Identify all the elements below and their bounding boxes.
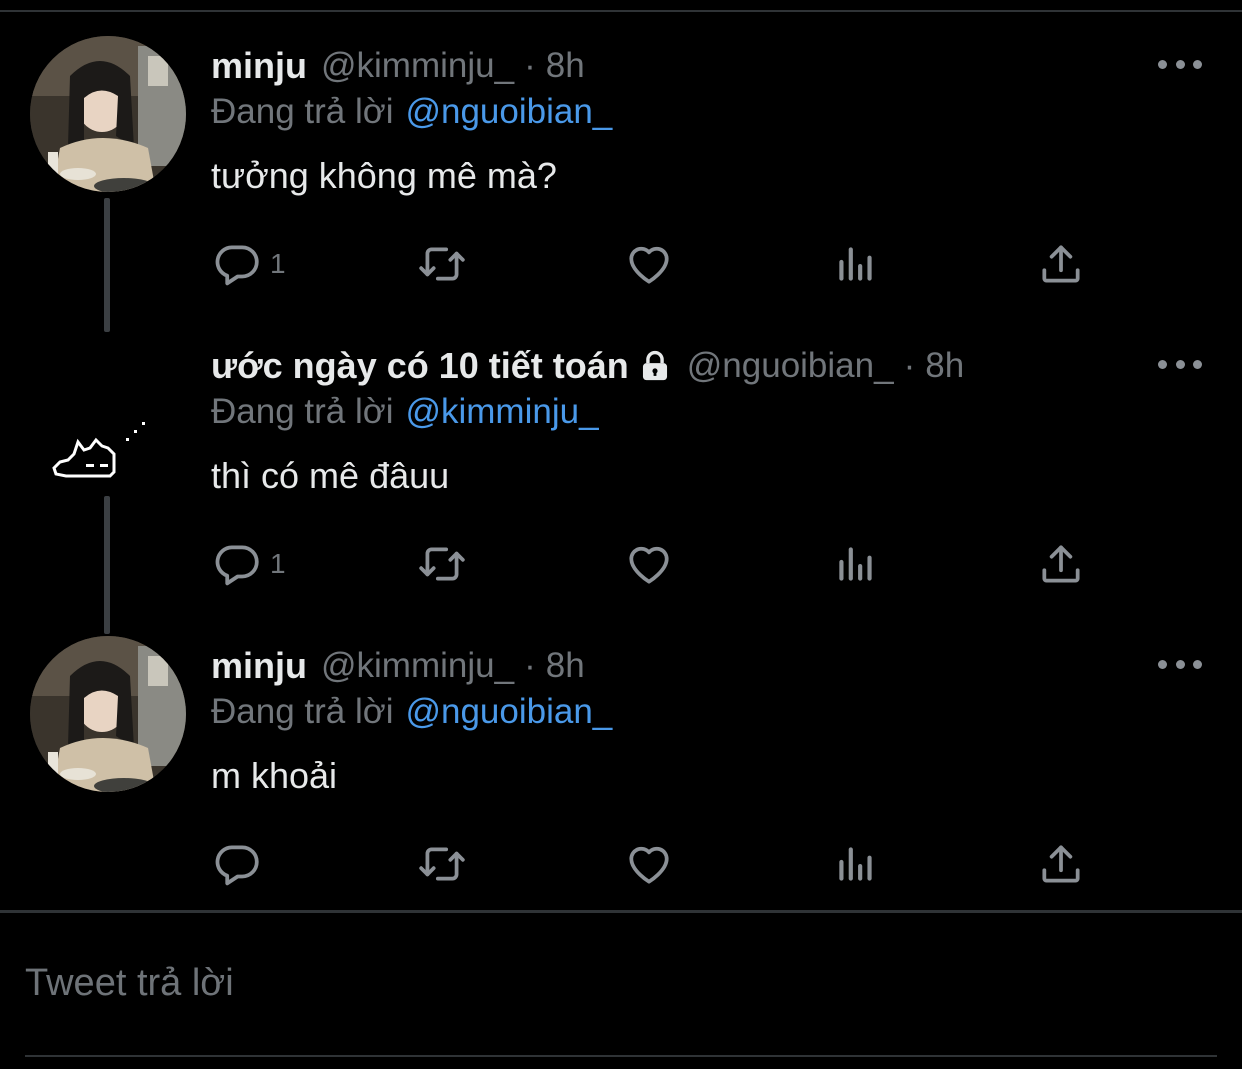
display-name[interactable]: minju xyxy=(211,45,307,87)
analytics-button[interactable] xyxy=(831,836,881,892)
tweet-text: tưởng không mê mà? xyxy=(211,155,557,196)
tweet-header: ước ngày có 10 tiết toán @nguoibian_ · 8… xyxy=(211,342,964,390)
avatar[interactable] xyxy=(30,36,186,192)
like-button[interactable] xyxy=(624,236,674,292)
share-icon xyxy=(1042,845,1080,883)
share-button[interactable] xyxy=(1036,536,1086,592)
reply-button[interactable]: 1 xyxy=(212,536,286,592)
reply-icon xyxy=(215,845,259,886)
retweet-button[interactable] xyxy=(417,836,467,892)
more-icon[interactable] xyxy=(1158,652,1202,676)
mention-link[interactable]: @kimminju_ xyxy=(405,392,598,431)
like-icon xyxy=(629,546,669,584)
tweet-actions: 1 xyxy=(0,536,1242,596)
reply-button[interactable] xyxy=(212,836,270,892)
retweet-icon xyxy=(419,247,465,281)
user-handle[interactable]: @nguoibian_ xyxy=(687,346,894,386)
separator: · xyxy=(524,646,536,685)
reply-icon xyxy=(215,545,259,586)
reply-count: 1 xyxy=(270,548,286,579)
replying-label: Đang trả lời xyxy=(211,392,394,431)
display-name[interactable]: minju xyxy=(211,645,307,687)
retweet-button[interactable] xyxy=(417,236,467,292)
tweet-actions: 1 xyxy=(0,236,1242,296)
timestamp[interactable]: 8h xyxy=(546,646,585,686)
share-icon xyxy=(1042,545,1080,583)
retweet-button[interactable] xyxy=(417,536,467,592)
analytics-button[interactable] xyxy=(831,236,881,292)
replying-to: Đang trả lời @kimminju_ xyxy=(211,392,599,432)
avatar-photo xyxy=(30,36,186,192)
tweet-header: minju @kimminju_ · 8h xyxy=(211,642,585,690)
replying-to: Đang trả lời @nguoibian_ xyxy=(211,92,612,132)
user-handle[interactable]: @kimminju_ xyxy=(321,46,514,86)
replying-label: Đang trả lời xyxy=(211,92,394,131)
tweet-2[interactable]: ước ngày có 10 tiết toán @nguoibian_ · 8… xyxy=(0,300,1242,600)
replying-to: Đang trả lời @nguoibian_ xyxy=(211,692,612,732)
replying-label: Đang trả lời xyxy=(211,692,394,731)
user-handle[interactable]: @kimminju_ xyxy=(321,646,514,686)
display-name[interactable]: ước ngày có 10 tiết toán xyxy=(211,345,629,387)
tweet-1[interactable]: minju @kimminju_ · 8h Đang trả lời @nguoi… xyxy=(0,0,1242,300)
tweet-text: thì có mê đâuu xyxy=(211,455,450,496)
avatar[interactable] xyxy=(30,336,186,492)
timestamp[interactable]: 8h xyxy=(925,346,964,386)
retweet-icon xyxy=(419,547,465,581)
tweet-text: m khoải xyxy=(211,755,338,796)
more-icon[interactable] xyxy=(1158,352,1202,376)
tweet-header: minju @kimminju_ · 8h xyxy=(211,42,585,90)
reply-count: 1 xyxy=(270,248,286,279)
like-button[interactable] xyxy=(624,536,674,592)
like-icon xyxy=(629,846,669,884)
like-button[interactable] xyxy=(624,836,674,892)
analytics-button[interactable] xyxy=(831,536,881,592)
like-icon xyxy=(629,246,669,284)
retweet-icon xyxy=(419,847,465,881)
composer-underline xyxy=(25,1055,1217,1057)
more-icon[interactable] xyxy=(1158,52,1202,76)
lock-icon xyxy=(642,350,667,381)
mention-link[interactable]: @nguoibian_ xyxy=(405,692,612,731)
share-button[interactable] xyxy=(1036,236,1086,292)
composer-divider xyxy=(0,910,1242,913)
share-button[interactable] xyxy=(1036,836,1086,892)
analytics-icon xyxy=(839,247,872,281)
separator: · xyxy=(524,46,536,85)
share-icon xyxy=(1042,245,1080,283)
tweet-3[interactable]: minju @kimminju_ · 8h Đang trả lời @nguoi… xyxy=(0,600,1242,900)
reply-composer-input[interactable]: Tweet trả lời xyxy=(25,962,1215,1012)
avatar[interactable] xyxy=(30,636,186,792)
separator: · xyxy=(903,346,916,385)
reply-button[interactable]: 1 xyxy=(212,236,286,292)
avatar-photo xyxy=(30,636,186,792)
mention-link[interactable]: @nguoibian_ xyxy=(405,92,612,131)
analytics-icon xyxy=(839,547,872,581)
tweet-actions xyxy=(0,836,1242,896)
reply-icon xyxy=(215,245,259,286)
avatar-cat-pixel xyxy=(30,336,186,492)
timestamp[interactable]: 8h xyxy=(546,46,585,86)
analytics-icon xyxy=(839,847,872,881)
